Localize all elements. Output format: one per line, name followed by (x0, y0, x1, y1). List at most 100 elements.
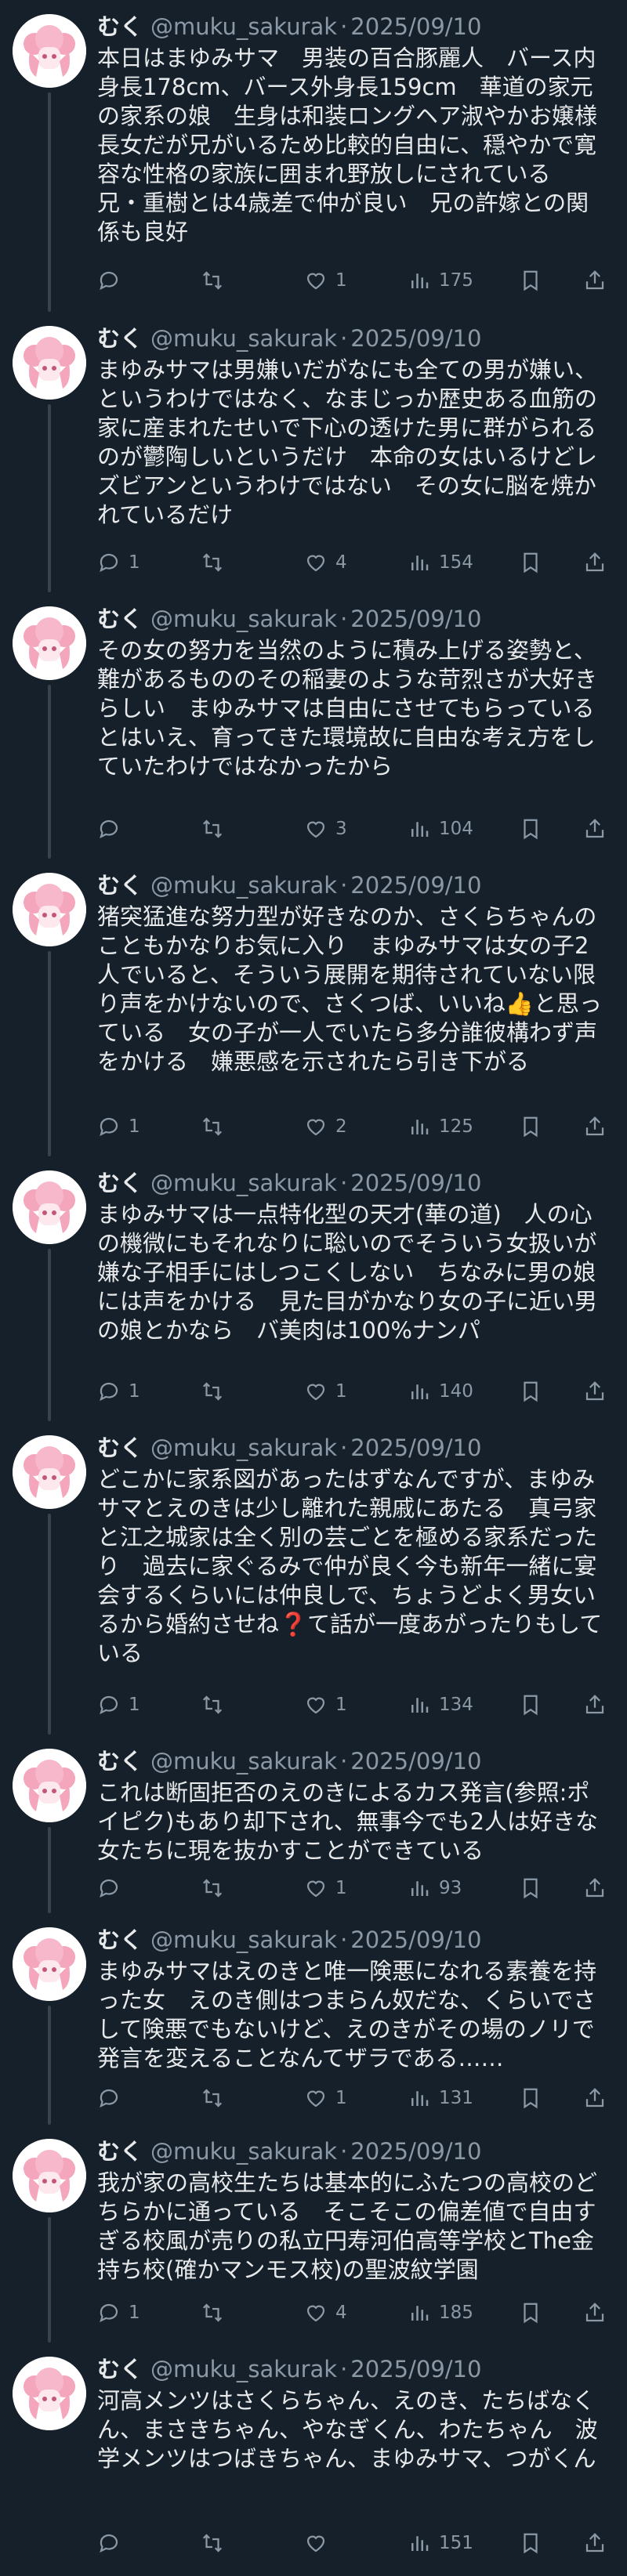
reply-button[interactable] (97, 2531, 168, 2555)
author-name[interactable]: むく (97, 2138, 143, 2165)
post-date[interactable]: 2025/09/10 (350, 1170, 481, 1196)
bookmark-button[interactable] (511, 2086, 542, 2110)
post-date[interactable]: 2025/09/10 (350, 13, 481, 40)
avatar[interactable] (13, 2139, 86, 2212)
views-button[interactable]: 185 (408, 2301, 478, 2325)
retweet-button[interactable] (201, 551, 271, 574)
post-date[interactable]: 2025/09/10 (350, 1435, 481, 1461)
like-button[interactable]: 1 (304, 1380, 375, 1403)
author-handle[interactable]: @muku_sakurak (150, 2138, 337, 2165)
views-button[interactable]: 134 (408, 1693, 478, 1717)
avatar[interactable] (13, 1170, 86, 1244)
tweet[interactable]: むく @muku_sakurak · 2025/09/10 その女の努力を当然のように… (0, 592, 627, 859)
tweet[interactable]: むく @muku_sakurak · 2025/09/10 河高メンツはさくらちゃん、… (0, 2343, 627, 2576)
author-name[interactable]: むく (97, 325, 143, 352)
like-button[interactable]: 1 (304, 1876, 375, 1900)
like-button[interactable]: 2 (304, 1115, 375, 1138)
share-button[interactable] (575, 2086, 607, 2110)
tweet[interactable]: むく @muku_sakurak · 2025/09/10 我が家の高校生たちは基本的… (0, 2125, 627, 2343)
bookmark-button[interactable] (511, 269, 542, 292)
views-button[interactable]: 125 (408, 1115, 478, 1138)
retweet-button[interactable] (201, 2301, 271, 2325)
like-button[interactable] (304, 2531, 375, 2555)
avatar[interactable] (13, 1749, 86, 1822)
author-handle[interactable]: @muku_sakurak (150, 1170, 337, 1196)
views-button[interactable]: 104 (408, 817, 478, 841)
like-button[interactable]: 1 (304, 1693, 375, 1717)
bookmark-button[interactable] (511, 1115, 542, 1138)
author-handle[interactable]: @muku_sakurak (150, 1435, 337, 1461)
tweet[interactable]: むく @muku_sakurak · 2025/09/10 本日はまゆみサマ 男装の百… (0, 0, 627, 312)
reply-button[interactable] (97, 269, 168, 292)
author-name[interactable]: むく (97, 1170, 143, 1196)
avatar[interactable] (13, 326, 86, 400)
avatar[interactable] (13, 1927, 86, 2001)
bookmark-button[interactable] (511, 551, 542, 574)
reply-button[interactable]: 1 (97, 551, 168, 574)
like-button[interactable]: 4 (304, 551, 375, 574)
tweet[interactable]: むく @muku_sakurak · 2025/09/10 どこかに家系図があったはず… (0, 1421, 627, 1735)
author-name[interactable]: むく (97, 1435, 143, 1461)
author-handle[interactable]: @muku_sakurak (150, 1748, 337, 1775)
retweet-button[interactable] (201, 1115, 271, 1138)
bookmark-button[interactable] (511, 2301, 542, 2325)
bookmark-button[interactable] (511, 1876, 542, 1900)
post-date[interactable]: 2025/09/10 (350, 2138, 481, 2165)
like-button[interactable]: 1 (304, 2086, 375, 2110)
avatar[interactable] (13, 1435, 86, 1509)
avatar[interactable] (13, 873, 86, 946)
author-name[interactable]: むく (97, 1927, 143, 1953)
retweet-button[interactable] (201, 1693, 271, 1717)
reply-button[interactable]: 1 (97, 1693, 168, 1717)
retweet-button[interactable] (201, 1876, 271, 1900)
views-button[interactable]: 151 (408, 2531, 478, 2555)
tweet[interactable]: むく @muku_sakurak · 2025/09/10 まゆみサマはえのきと唯一険… (0, 1913, 627, 2125)
avatar[interactable] (13, 2357, 86, 2430)
tweet[interactable]: むく @muku_sakurak · 2025/09/10 まゆみサマは男嫌いだがなに… (0, 312, 627, 592)
bookmark-button[interactable] (511, 1380, 542, 1403)
bookmark-button[interactable] (511, 2531, 542, 2555)
author-handle[interactable]: @muku_sakurak (150, 13, 337, 40)
author-handle[interactable]: @muku_sakurak (150, 872, 337, 899)
author-handle[interactable]: @muku_sakurak (150, 325, 337, 352)
share-button[interactable] (575, 1380, 607, 1403)
share-button[interactable] (575, 1876, 607, 1900)
reply-button[interactable] (97, 817, 168, 841)
views-button[interactable]: 140 (408, 1380, 478, 1403)
author-name[interactable]: むく (97, 606, 143, 632)
post-date[interactable]: 2025/09/10 (350, 1748, 481, 1775)
share-button[interactable] (575, 2301, 607, 2325)
author-name[interactable]: むく (97, 1748, 143, 1775)
views-button[interactable]: 93 (408, 1876, 478, 1900)
retweet-button[interactable] (201, 269, 271, 292)
author-handle[interactable]: @muku_sakurak (150, 606, 337, 632)
views-button[interactable]: 175 (408, 269, 478, 292)
share-button[interactable] (575, 1693, 607, 1717)
tweet[interactable]: むく @muku_sakurak · 2025/09/10 まゆみサマは一点特化型の天… (0, 1156, 627, 1421)
post-date[interactable]: 2025/09/10 (350, 872, 481, 899)
bookmark-button[interactable] (511, 1693, 542, 1717)
reply-button[interactable] (97, 2086, 168, 2110)
author-name[interactable]: むく (97, 13, 143, 40)
author-handle[interactable]: @muku_sakurak (150, 1927, 337, 1953)
like-button[interactable]: 3 (304, 817, 375, 841)
avatar[interactable] (13, 606, 86, 680)
reply-button[interactable]: 1 (97, 2301, 168, 2325)
share-button[interactable] (575, 817, 607, 841)
share-button[interactable] (575, 2531, 607, 2555)
retweet-button[interactable] (201, 1380, 271, 1403)
views-button[interactable]: 154 (408, 551, 478, 574)
post-date[interactable]: 2025/09/10 (350, 325, 481, 352)
reply-button[interactable]: 1 (97, 1115, 168, 1138)
avatar[interactable] (13, 14, 86, 88)
post-date[interactable]: 2025/09/10 (350, 1927, 481, 1953)
tweet[interactable]: むく @muku_sakurak · 2025/09/10 これは断固拒否のえのきによ… (0, 1735, 627, 1913)
retweet-button[interactable] (201, 2086, 271, 2110)
tweet[interactable]: むく @muku_sakurak · 2025/09/10 猪突猛進な努力型が好きなの… (0, 859, 627, 1156)
share-button[interactable] (575, 269, 607, 292)
share-button[interactable] (575, 1115, 607, 1138)
like-button[interactable]: 1 (304, 269, 375, 292)
bookmark-button[interactable] (511, 817, 542, 841)
retweet-button[interactable] (201, 817, 271, 841)
post-date[interactable]: 2025/09/10 (350, 606, 481, 632)
